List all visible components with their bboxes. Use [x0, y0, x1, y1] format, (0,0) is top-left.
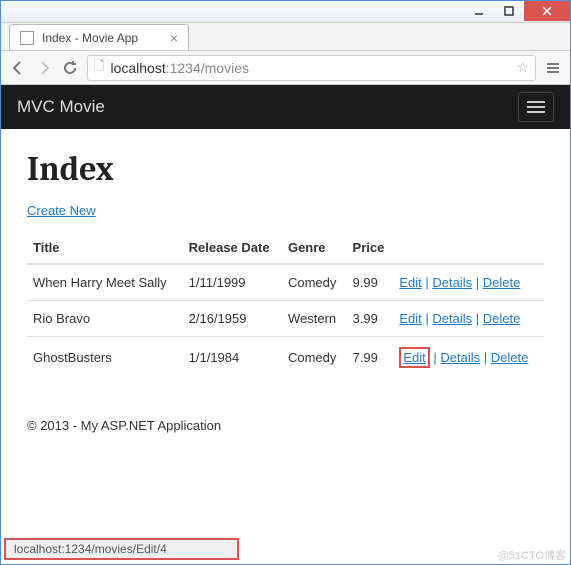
delete-link[interactable]: Delete — [491, 350, 529, 365]
navbar-toggle-button[interactable] — [518, 92, 554, 122]
cell-genre: Comedy — [282, 264, 347, 301]
reload-button[interactable] — [61, 59, 79, 77]
col-release-date: Release Date — [183, 232, 282, 264]
col-actions — [393, 232, 544, 264]
page-footer: © 2013 - My ASP.NET Application — [1, 398, 570, 453]
back-button[interactable] — [9, 59, 27, 77]
delete-link[interactable]: Delete — [483, 311, 521, 326]
bookmark-star-icon[interactable]: ☆ — [516, 59, 529, 76]
details-link[interactable]: Details — [432, 311, 472, 326]
window-minimize-button[interactable] — [464, 1, 494, 21]
col-title: Title — [27, 232, 183, 264]
page-icon: 🗋 — [94, 57, 104, 79]
cell-price: 3.99 — [347, 301, 394, 337]
edit-link[interactable]: Edit — [399, 275, 421, 290]
cell-date: 2/16/1959 — [183, 301, 282, 337]
favicon-icon — [20, 31, 34, 45]
cell-title: Rio Bravo — [27, 301, 183, 337]
window-close-button[interactable] — [524, 1, 570, 21]
site-navbar: MVC Movie — [1, 85, 570, 129]
browser-menu-button[interactable] — [544, 59, 562, 77]
table-row: GhostBusters 1/1/1984 Comedy 7.99 Edit |… — [27, 337, 544, 379]
cell-genre: Western — [282, 301, 347, 337]
cell-price: 7.99 — [347, 337, 394, 379]
details-link[interactable]: Details — [432, 275, 472, 290]
navbar-brand[interactable]: MVC Movie — [17, 97, 105, 117]
movies-table: Title Release Date Genre Price When Harr… — [27, 232, 544, 378]
watermark: @51CTO博客 — [498, 547, 566, 563]
tab-title: Index - Movie App — [42, 31, 138, 45]
cell-actions: Edit | Details | Delete — [393, 301, 544, 337]
browser-statusbar: localhost:1234/movies/Edit/4 — [4, 538, 239, 560]
cell-genre: Comedy — [282, 337, 347, 379]
tab-close-icon[interactable]: × — [170, 30, 178, 46]
cell-date: 1/11/1999 — [183, 264, 282, 301]
cell-actions: Edit | Details | Delete — [393, 337, 544, 379]
delete-link[interactable]: Delete — [483, 275, 521, 290]
col-price: Price — [347, 232, 394, 264]
table-row: Rio Bravo 2/16/1959 Western 3.99 Edit | … — [27, 301, 544, 337]
browser-tabstrip: Index - Movie App × — [1, 23, 570, 51]
browser-toolbar: 🗋 localhost:1234/movies ☆ — [1, 51, 570, 85]
table-row: When Harry Meet Sally 1/11/1999 Comedy 9… — [27, 264, 544, 301]
window-maximize-button[interactable] — [494, 1, 524, 21]
url-host: localhost — [110, 60, 165, 76]
details-link[interactable]: Details — [440, 350, 480, 365]
forward-button[interactable] — [35, 59, 53, 77]
edit-link[interactable]: Edit — [403, 350, 425, 365]
url-path: :1234/movies — [166, 60, 249, 76]
cell-title: When Harry Meet Sally — [27, 264, 183, 301]
create-new-link[interactable]: Create New — [27, 203, 96, 218]
cell-price: 9.99 — [347, 264, 394, 301]
page-title: Index — [27, 149, 544, 189]
window-titlebar — [1, 1, 570, 23]
col-genre: Genre — [282, 232, 347, 264]
edit-link[interactable]: Edit — [399, 311, 421, 326]
cell-actions: Edit | Details | Delete — [393, 264, 544, 301]
browser-tab[interactable]: Index - Movie App × — [9, 24, 189, 50]
cell-date: 1/1/1984 — [183, 337, 282, 379]
address-bar[interactable]: 🗋 localhost:1234/movies ☆ — [87, 55, 536, 81]
cell-title: GhostBusters — [27, 337, 183, 379]
